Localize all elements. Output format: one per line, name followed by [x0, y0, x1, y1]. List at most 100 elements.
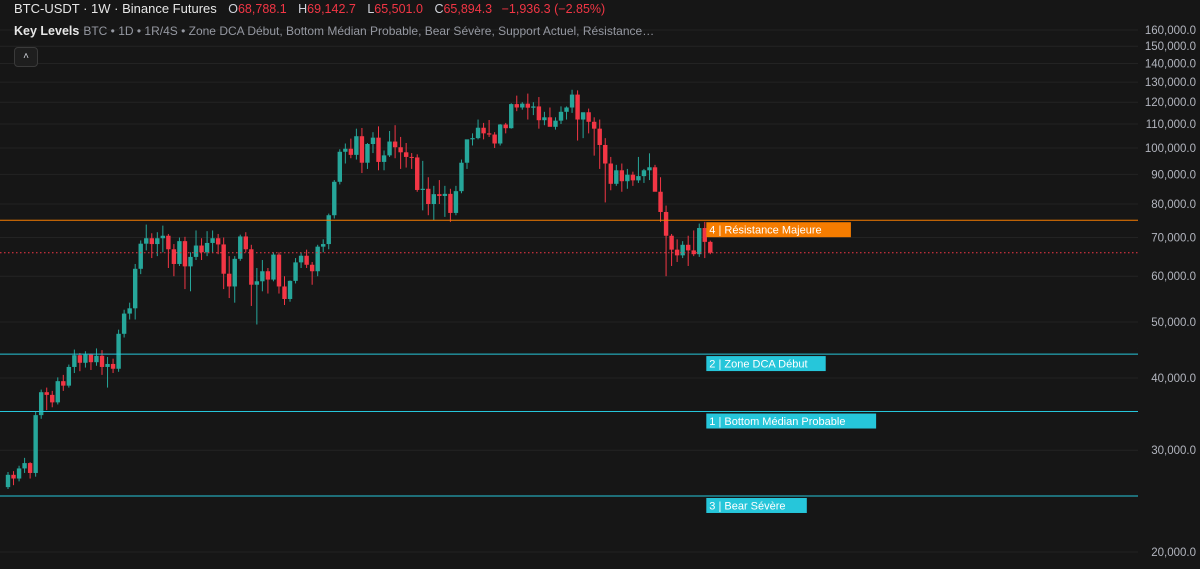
- candle-body: [166, 235, 171, 250]
- candle: [658, 177, 663, 222]
- candle-body: [293, 262, 298, 281]
- candle: [647, 153, 652, 181]
- candle: [309, 261, 315, 285]
- candle-body: [470, 138, 475, 140]
- price-axis: 160,000.0 150,000.0 140,000.0 130,000.0 120,…: [1138, 0, 1200, 569]
- candle: [38, 389, 44, 419]
- price-axis-label: 120,000.0: [1145, 97, 1196, 109]
- candle-body: [603, 144, 608, 164]
- candle-body: [381, 155, 387, 162]
- candle: [398, 136, 403, 169]
- candle: [415, 154, 420, 192]
- candle: [625, 168, 630, 189]
- candle: [110, 358, 116, 374]
- candlestick-chart[interactable]: 4 | Résistance Majeure75,000.02 | Zone D…: [0, 0, 1200, 569]
- candle-body: [326, 215, 331, 245]
- candle: [50, 390, 55, 408]
- close-value: 65,894.3: [443, 2, 493, 16]
- price-axis-label: 100,000.0: [1145, 143, 1196, 155]
- candle-body: [171, 249, 177, 264]
- price-axis-label: 140,000.0: [1145, 59, 1196, 71]
- candle-body: [22, 463, 27, 469]
- key-level-label: 2 | Zone DCA Début: [709, 359, 807, 371]
- indicator-name[interactable]: Key Levels: [14, 24, 79, 38]
- candle-body: [697, 228, 702, 255]
- candle-body: [658, 191, 663, 212]
- candle-body: [110, 363, 116, 369]
- candle-body: [459, 162, 464, 192]
- candle-body: [72, 355, 77, 367]
- candle-body: [232, 258, 237, 287]
- candle-body: [309, 264, 315, 272]
- candle: [381, 150, 387, 171]
- candle: [708, 240, 713, 255]
- candle-body: [486, 133, 492, 135]
- candle: [221, 237, 226, 290]
- candle: [5, 472, 11, 490]
- candle-body: [409, 156, 414, 158]
- candle-body: [564, 107, 569, 112]
- candle-body: [520, 103, 525, 108]
- candle: [392, 125, 398, 159]
- candle-body: [542, 117, 547, 121]
- candle: [105, 356, 110, 388]
- candle-body: [11, 474, 16, 479]
- candle-body: [99, 355, 105, 367]
- candle: [343, 143, 348, 164]
- candle-body: [88, 354, 94, 363]
- candle-body: [354, 136, 359, 155]
- candle: [580, 112, 586, 139]
- candle-body: [636, 176, 641, 181]
- chevron-up-icon[interactable]: ˄: [14, 47, 38, 67]
- candle-body: [497, 124, 503, 144]
- candle-body: [708, 241, 713, 253]
- candle-body: [210, 238, 215, 243]
- candle: [669, 233, 674, 266]
- candle: [177, 237, 182, 266]
- candle: [149, 233, 154, 259]
- candle: [492, 132, 497, 148]
- candle: [160, 225, 166, 253]
- candle: [210, 230, 215, 253]
- candle-body: [437, 194, 442, 196]
- candle: [332, 180, 337, 219]
- candle-body: [531, 106, 536, 108]
- candle: [232, 256, 237, 303]
- candle: [481, 122, 486, 140]
- candle: [558, 106, 564, 125]
- candle: [663, 205, 669, 277]
- candle-body: [387, 141, 392, 156]
- candle-body: [597, 128, 602, 145]
- horizontal-gridlines: [0, 29, 1138, 553]
- candle-body: [591, 121, 597, 129]
- candle: [276, 252, 282, 294]
- candle-body: [332, 181, 337, 216]
- candle: [61, 374, 66, 391]
- symbol-title[interactable]: BTC-USDT · 1W · Binance Futures: [14, 1, 217, 16]
- candle-body: [260, 271, 265, 282]
- candle-body: [619, 170, 625, 182]
- candle: [66, 364, 72, 388]
- key-level-label: 1 | Bottom Médian Probable: [709, 416, 845, 428]
- high-label: H: [298, 2, 308, 16]
- candle: [138, 240, 143, 275]
- candle-body: [365, 143, 370, 163]
- key-level-label: 3 | Bear Sévère: [709, 500, 785, 512]
- indicator-legend[interactable]: Key Levels BTC • 1D • 1R/4S • Zone DCA Dé…: [14, 23, 654, 39]
- candle: [182, 236, 188, 290]
- candle: [591, 117, 597, 156]
- candle: [486, 119, 492, 137]
- candle: [116, 329, 121, 372]
- candle-body: [44, 392, 49, 395]
- candle: [475, 119, 481, 140]
- candle-body: [553, 120, 558, 127]
- candle-body: [315, 246, 320, 272]
- candle: [619, 163, 625, 192]
- candle: [497, 124, 503, 146]
- candle-body: [243, 236, 248, 250]
- candle-body: [669, 235, 674, 250]
- candle-body: [116, 333, 121, 369]
- candle-body: [337, 151, 342, 182]
- candle: [420, 160, 425, 211]
- candle: [459, 159, 464, 194]
